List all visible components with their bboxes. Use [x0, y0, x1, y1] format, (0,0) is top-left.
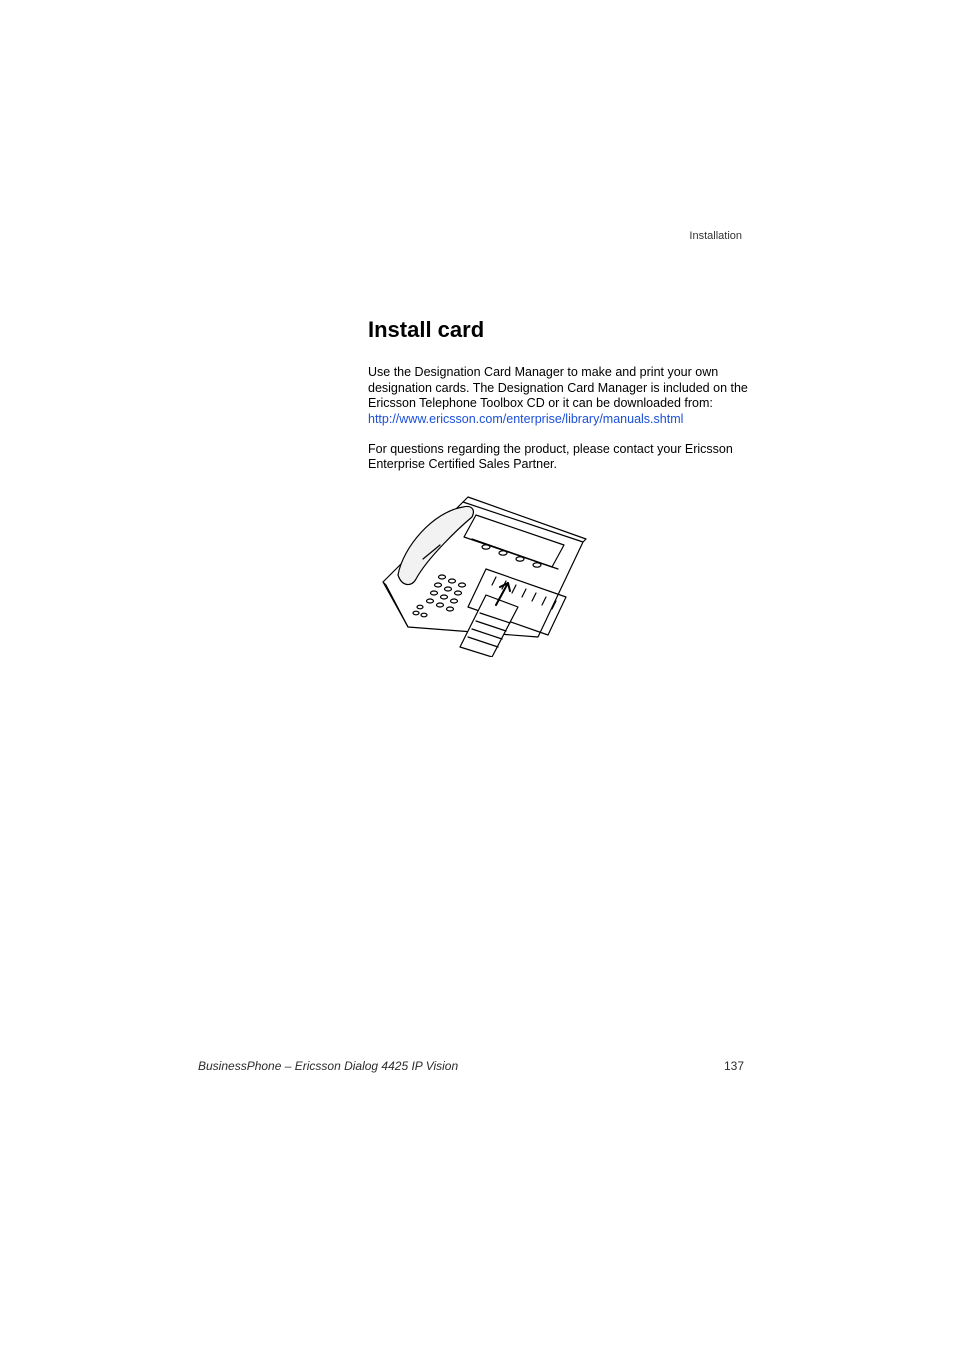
footer-page-number: 137 [724, 1059, 744, 1073]
paragraph-1: Use the Designation Card Manager to make… [368, 365, 748, 428]
phone-icon [368, 487, 598, 657]
download-link[interactable]: http://www.ericsson.com/enterprise/libra… [368, 412, 683, 426]
footer: BusinessPhone – Ericsson Dialog 4425 IP … [198, 1059, 744, 1073]
header-section-label: Installation [689, 230, 742, 242]
section-heading: Install card [368, 317, 748, 343]
phone-illustration [368, 487, 748, 662]
paragraph-1-text: Use the Designation Card Manager to make… [368, 365, 748, 410]
content-block: Install card Use the Designation Card Ma… [368, 317, 748, 662]
paragraph-2: For questions regarding the product, ple… [368, 442, 748, 473]
footer-title: BusinessPhone – Ericsson Dialog 4425 IP … [198, 1059, 458, 1073]
page: Installation Install card Use the Design… [0, 0, 954, 1351]
